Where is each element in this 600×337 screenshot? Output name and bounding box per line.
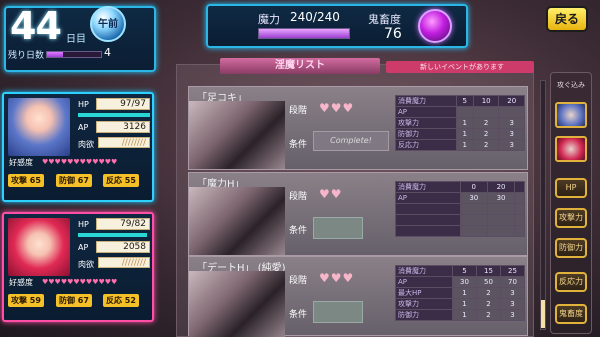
table-row: 最大HP 1 2 3 [395, 287, 526, 299]
table-row: 反応力 1 2 3 [395, 139, 525, 151]
defense-stat: 防御 67 [56, 174, 92, 187]
defense-stat: 防御 67 [56, 294, 92, 307]
ap-value: 2058 [96, 241, 150, 253]
sort-hp-button[interactable]: HP [555, 178, 587, 198]
attack-stat: 攻撃 59 [8, 294, 44, 307]
condition-status: Complete! [313, 131, 389, 151]
level-hearts: ♥♥♥ [319, 271, 355, 285]
hp-value: 97/97 [96, 98, 150, 110]
demon-level-value: 76 [384, 26, 402, 42]
table-row: 消費魔力 5 10 20 [395, 95, 525, 107]
day-number: 44 [10, 4, 62, 48]
character-portrait [8, 218, 70, 276]
level-hearts: ♥♥♥ [319, 101, 355, 115]
demon-orb-icon [418, 9, 452, 43]
day-unit: 日目 [66, 34, 86, 45]
condition-label: 条件 [289, 310, 308, 320]
reflex-stat: 反応 55 [103, 174, 139, 187]
affection-label: 好感度 [9, 278, 33, 287]
attack-stat: 攻撃 65 [8, 174, 44, 187]
lust-gauge: //////// [98, 137, 150, 148]
table-row: 消費魔力 0 20 [395, 181, 525, 193]
character-card-blue[interactable]: HP 97/97 AP 3126 肉欲 //////// 好感度 ♥♥♥♥♥♥♥… [2, 92, 154, 202]
event-card[interactable]: 「デートH」 (純愛) 段階 ♥♥♥ 条件 消費魔力 5 15 25 AP 30 50 70… [188, 256, 528, 337]
filter-character-blue[interactable] [555, 102, 587, 128]
table-row [395, 214, 525, 226]
mp-bar [258, 28, 350, 39]
cost-table: 消費魔力 5 15 25 AP 30 50 70 最大HP 1 2 3 攻撃力 1 2 3 防御力 1 2 3 [395, 265, 526, 321]
remaining-days-bar [46, 51, 102, 58]
ap-value: 3126 [96, 121, 150, 133]
hp-value: 79/82 [96, 218, 150, 230]
hp-label: HP [78, 100, 89, 109]
condition-status [313, 301, 363, 323]
table-row: 攻撃力 1 2 3 [395, 298, 526, 310]
back-button[interactable]: 戻る [546, 6, 588, 32]
condition-label: 条件 [289, 226, 308, 236]
event-card[interactable]: 「足コキ」 段階 ♥♥♥ 条件 Complete! 消費魔力 5 10 20 AP 攻… [188, 86, 528, 170]
lust-label: 肉欲 [78, 260, 94, 269]
demon-level-label: 鬼畜度 [368, 13, 401, 26]
remaining-days-value: 4 [104, 46, 111, 59]
level-label: 段階 [289, 192, 308, 202]
hp-label: HP [78, 220, 89, 229]
affection-hearts: ♥♥♥♥♥♥♥♥♥♥♥♥ [42, 158, 118, 166]
level-label: 段階 [289, 276, 308, 286]
table-row [395, 225, 525, 237]
hp-bar [78, 113, 150, 117]
sort-attack-button[interactable]: 攻撃力 [555, 208, 587, 228]
list-scroll-thumb[interactable] [541, 300, 545, 328]
table-row: 防御力 1 2 3 [395, 128, 525, 140]
ap-label: AP [78, 243, 89, 252]
list-scrollbar[interactable] [540, 80, 546, 330]
character-card-red[interactable]: HP 79/82 AP 2058 肉欲 //////// 好感度 ♥♥♥♥♥♥♥… [2, 212, 154, 322]
sort-demon-button[interactable]: 鬼畜度 [555, 304, 587, 324]
hp-bar [78, 233, 147, 237]
time-period: 午前 [98, 19, 118, 30]
affection-label: 好感度 [9, 158, 33, 167]
ap-label: AP [78, 123, 89, 132]
table-row: 防御力 1 2 3 [395, 309, 526, 321]
character-portrait [8, 98, 70, 156]
reflex-stat: 反応 52 [103, 294, 139, 307]
level-hearts: ♥♥ [319, 187, 343, 201]
table-row: 消費魔力 5 15 25 [395, 265, 526, 277]
sort-reflex-button[interactable]: 反応力 [555, 272, 587, 292]
mp-label: 魔力 [258, 13, 280, 26]
lust-gauge: //////// [98, 257, 150, 268]
condition-label: 条件 [289, 140, 308, 150]
event-card[interactable]: 「魔力H」 段階 ♥♥ 条件 消費魔力 0 20 AP 30 30 [188, 172, 528, 256]
event-thumbnail [189, 101, 285, 169]
mp-value: 240/240 [290, 10, 340, 24]
affection-hearts: ♥♥♥♥♥♥♥♥♥♥♥♥ [42, 278, 118, 286]
table-row [395, 203, 525, 215]
table-row: 攻撃力 1 2 3 [395, 117, 525, 129]
cost-table: 消費魔力 0 20 AP 30 30 [395, 181, 525, 237]
condition-status [313, 217, 363, 239]
event-thumbnail [189, 187, 285, 255]
remaining-days-label: 残り日数 [8, 51, 45, 61]
list-tab[interactable]: 淫魔リスト [220, 58, 380, 74]
filter-character-red[interactable] [555, 136, 587, 162]
lust-label: 肉欲 [78, 140, 94, 149]
table-row: AP 30 30 [395, 192, 525, 204]
table-row: AP 30 50 70 [395, 276, 526, 288]
sort-defense-button[interactable]: 防御力 [555, 238, 587, 258]
table-row: AP [395, 106, 525, 118]
sidebar-title: 攻ぐ込み [557, 81, 585, 89]
cost-table: 消費魔力 5 10 20 AP 攻撃力 1 2 3 防御力 1 2 3 反応力 1 2 3 [395, 95, 525, 151]
new-event-notice: 新しいイベントがあります [386, 61, 534, 73]
level-label: 段階 [289, 106, 308, 116]
event-thumbnail [189, 271, 285, 337]
